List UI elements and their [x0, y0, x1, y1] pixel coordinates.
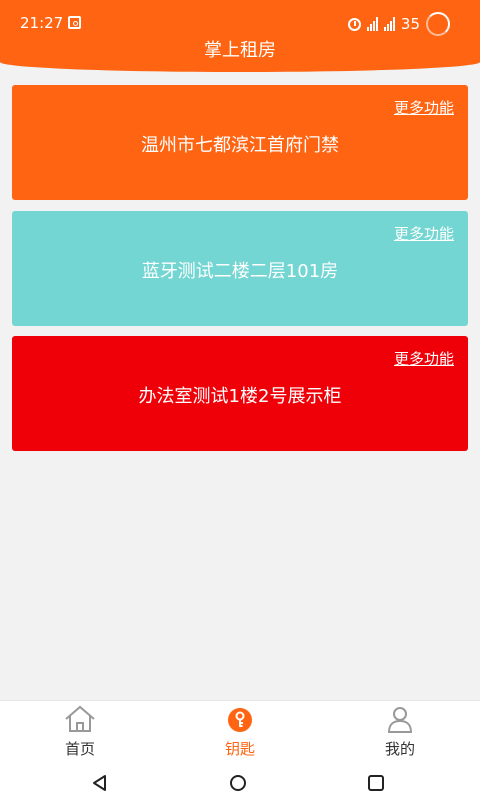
card-title: 温州市七都滨江首府门禁: [141, 135, 339, 156]
signal-icon: [366, 17, 378, 31]
user-icon: [387, 707, 413, 733]
recents-icon[interactable]: [365, 772, 387, 794]
card-title: 办法室测试1楼2号展示柜: [138, 386, 342, 407]
more-functions-link[interactable]: 更多功能: [394, 223, 454, 244]
nav-label-key: 钥匙: [224, 740, 255, 758]
bottom-nav: 首页 钥匙 我的: [0, 700, 480, 764]
more-functions-link[interactable]: 更多功能: [394, 348, 454, 369]
key-card-3[interactable]: 更多功能 办法室测试1楼2号展示柜: [12, 336, 468, 451]
home-icon: [65, 705, 95, 732]
key-card-2[interactable]: 更多功能 蓝牙测试二楼二层101房: [12, 211, 468, 326]
status-bar: 21:27 35: [0, 0, 480, 36]
key-card-1[interactable]: 更多功能 温州市七都滨江首府门禁: [12, 85, 468, 200]
signal-icon-2: [383, 17, 395, 31]
app-header: 21:27 35 掌上租房: [0, 0, 480, 72]
key-icon: [228, 708, 252, 732]
loading-icon: [426, 12, 450, 36]
system-nav-bar: [0, 764, 480, 800]
notification-icon: [68, 16, 81, 29]
nav-label-me: 我的: [384, 740, 415, 758]
status-indicators: 35: [347, 12, 450, 36]
nav-label-home: 首页: [64, 740, 95, 758]
nav-item-key[interactable]: 钥匙: [160, 701, 320, 765]
status-time: 21:27: [20, 14, 64, 32]
home-circle-icon[interactable]: [227, 772, 249, 794]
nav-item-me[interactable]: 我的: [320, 701, 480, 765]
back-icon[interactable]: [89, 772, 111, 794]
card-title: 蓝牙测试二楼二层101房: [141, 261, 339, 282]
page-title: 掌上租房: [204, 40, 276, 61]
nav-item-home[interactable]: 首页: [0, 701, 160, 765]
more-functions-link[interactable]: 更多功能: [394, 97, 454, 118]
alarm-icon: [347, 17, 361, 31]
battery-level: 35: [400, 15, 420, 33]
